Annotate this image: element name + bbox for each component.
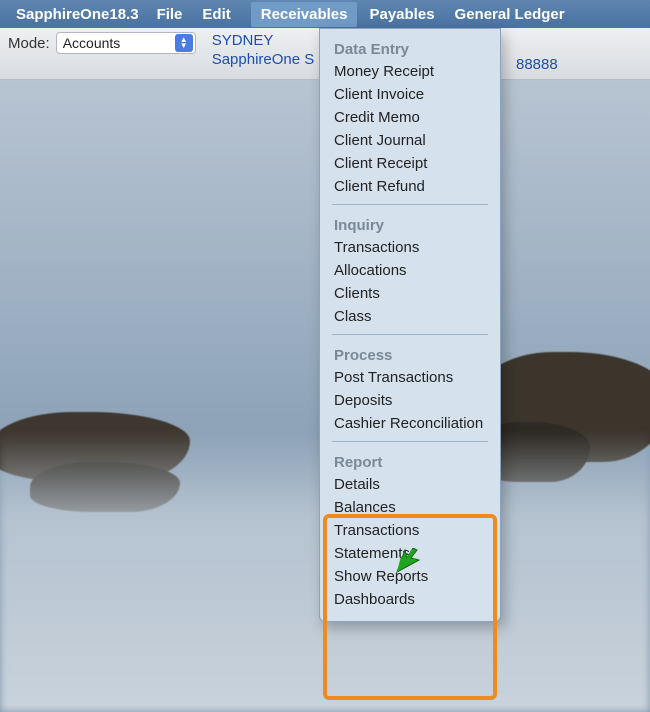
item-report-transactions[interactable]: Transactions [320, 519, 500, 542]
menu-file[interactable]: File [157, 6, 183, 23]
section-process: Process [320, 341, 500, 366]
section-data-entry: Data Entry [320, 35, 500, 60]
dropdown-knob-icon: ▲▼ [175, 34, 193, 52]
item-cashier-reconciliation[interactable]: Cashier Reconciliation [320, 412, 500, 435]
item-dashboards[interactable]: Dashboards [320, 588, 500, 611]
menu-general-ledger[interactable]: General Ledger [455, 6, 565, 23]
item-client-refund[interactable]: Client Refund [320, 175, 500, 198]
mode-label: Mode: [8, 35, 50, 52]
item-post-transactions[interactable]: Post Transactions [320, 366, 500, 389]
mode-select[interactable]: Accounts ▲▼ [56, 32, 196, 54]
item-clients[interactable]: Clients [320, 282, 500, 305]
item-client-journal[interactable]: Client Journal [320, 129, 500, 152]
company-label: SapphireOne S [212, 51, 315, 68]
menu-separator [332, 334, 488, 335]
item-details[interactable]: Details [320, 473, 500, 496]
cursor-arrow-icon [395, 548, 421, 574]
menu-payables[interactable]: Payables [369, 6, 434, 23]
item-client-invoice[interactable]: Client Invoice [320, 83, 500, 106]
menubar: SapphireOne18.3 File Edit Receivables Pa… [0, 0, 650, 28]
item-balances[interactable]: Balances [320, 496, 500, 519]
mode-value: Accounts [63, 35, 121, 51]
menu-separator [332, 441, 488, 442]
menu-edit[interactable]: Edit [202, 6, 230, 23]
item-deposits[interactable]: Deposits [320, 389, 500, 412]
item-credit-memo[interactable]: Credit Memo [320, 106, 500, 129]
menu-separator [332, 204, 488, 205]
receivables-dropdown: Data Entry Money Receipt Client Invoice … [319, 28, 501, 622]
number-label: 88888 [516, 56, 558, 73]
location-label: SYDNEY [212, 32, 315, 49]
item-money-receipt[interactable]: Money Receipt [320, 60, 500, 83]
section-inquiry: Inquiry [320, 211, 500, 236]
section-report: Report [320, 448, 500, 473]
item-client-receipt[interactable]: Client Receipt [320, 152, 500, 175]
menu-receivables[interactable]: Receivables [251, 2, 358, 27]
app-name[interactable]: SapphireOne18.3 [16, 6, 139, 23]
item-inquiry-transactions[interactable]: Transactions [320, 236, 500, 259]
item-class[interactable]: Class [320, 305, 500, 328]
item-allocations[interactable]: Allocations [320, 259, 500, 282]
